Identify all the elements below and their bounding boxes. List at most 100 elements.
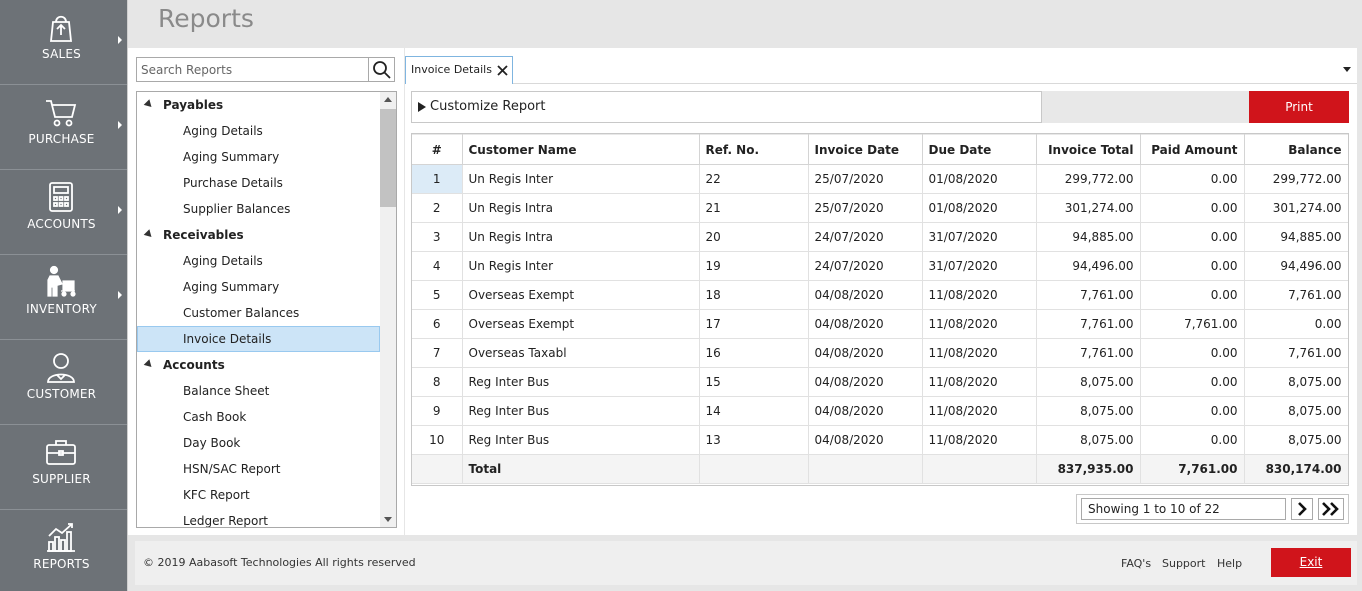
- column-header-customer-name[interactable]: Customer Name: [462, 134, 700, 165]
- search-button[interactable]: [368, 57, 395, 82]
- nav-item-reports[interactable]: REPORTS: [0, 510, 127, 591]
- last-page-button[interactable]: [1318, 498, 1344, 520]
- faq-link[interactable]: FAQ's: [1121, 557, 1151, 570]
- next-page-button[interactable]: [1291, 498, 1313, 520]
- nav-label-supplier: SUPPLIER: [32, 472, 91, 486]
- tree-group[interactable]: Payables: [137, 92, 380, 118]
- tree-item[interactable]: Aging Summary: [137, 274, 380, 300]
- tree-item[interactable]: Customer Balances: [137, 300, 380, 326]
- table-row[interactable]: 9 Reg Inter Bus 14 04/08/2020 11/08/2020 8,07…: [412, 396, 1348, 426]
- column-header-paid-amount[interactable]: Paid Amount: [1140, 134, 1245, 165]
- cell-ref-no: 21: [699, 193, 809, 223]
- support-link[interactable]: Support: [1162, 557, 1205, 570]
- cell-invoice-total: 299,772.00: [1036, 164, 1141, 194]
- tree-item[interactable]: Day Book: [137, 430, 380, 456]
- tree-group[interactable]: Accounts: [137, 352, 380, 378]
- tree-item[interactable]: Cash Book: [137, 404, 380, 430]
- nav-label-purchase: PURCHASE: [28, 132, 95, 146]
- tree-item[interactable]: Invoice Details: [137, 326, 380, 352]
- shopping-bag-icon: [50, 15, 72, 42]
- cell-invoice-total: 7,761.00: [1036, 309, 1141, 339]
- tab-invoice-details[interactable]: Invoice Details: [405, 56, 513, 84]
- cell-balance: 94,496.00: [1244, 251, 1348, 281]
- column-header-invoice-date[interactable]: Invoice Date: [808, 134, 923, 165]
- cell-due-date: 11/08/2020: [922, 396, 1037, 426]
- close-icon[interactable]: [497, 65, 508, 76]
- tree-item[interactable]: Supplier Balances: [137, 196, 380, 222]
- table-row[interactable]: 7 Overseas Taxabl 16 04/08/2020 11/08/2020 7,…: [412, 338, 1348, 368]
- nav-item-supplier[interactable]: SUPPLIER: [0, 425, 127, 510]
- column-header-due-date[interactable]: Due Date: [922, 134, 1037, 165]
- table-row[interactable]: 10 Reg Inter Bus 13 04/08/2020 11/08/2020 8,0…: [412, 425, 1348, 455]
- nav-item-inventory[interactable]: INVENTORY: [0, 255, 127, 340]
- page-title: Reports: [158, 4, 254, 33]
- search-input[interactable]: [136, 57, 369, 82]
- scroll-thumb[interactable]: [380, 109, 396, 207]
- cell-due-date: 31/07/2020: [922, 222, 1037, 252]
- table-row[interactable]: 1 Un Regis Inter 22 25/07/2020 01/08/2020 299…: [412, 164, 1348, 194]
- cell-customer-name: Reg Inter Bus: [462, 396, 700, 426]
- cell-invoice-date: 24/07/2020: [808, 251, 923, 281]
- exit-button[interactable]: Exit: [1271, 548, 1351, 577]
- scroll-up-icon[interactable]: [384, 97, 392, 102]
- column-header-number[interactable]: #: [412, 134, 463, 165]
- tab-label: Invoice Details: [411, 63, 492, 76]
- customize-bar-spacer: [1042, 91, 1249, 123]
- cell-invoice-total: 94,885.00: [1036, 222, 1141, 252]
- cell-customer-name: Un Regis Inter: [462, 251, 700, 281]
- help-link[interactable]: Help: [1217, 557, 1242, 570]
- report-panel: Invoice Details Customize Report Print #…: [405, 48, 1357, 535]
- collapse-triangle-icon[interactable]: [143, 359, 155, 370]
- tree-item[interactable]: Aging Details: [137, 118, 380, 144]
- tree-item[interactable]: Purchase Details: [137, 170, 380, 196]
- tree-item[interactable]: Ledger Report: [137, 508, 380, 527]
- column-header-balance[interactable]: Balance: [1244, 134, 1348, 165]
- tree-item-label: Payables: [163, 98, 224, 112]
- tree-group[interactable]: Receivables: [137, 222, 380, 248]
- customize-report-toggle[interactable]: Customize Report: [411, 91, 1042, 123]
- cell-invoice-total: 8,075.00: [1036, 367, 1141, 397]
- nav-item-accounts[interactable]: ACCOUNTS: [0, 170, 127, 255]
- nav-item-customer[interactable]: CUSTOMER: [0, 340, 127, 425]
- nav-item-purchase[interactable]: PURCHASE: [0, 85, 127, 170]
- cell-due-date: 11/08/2020: [922, 309, 1037, 339]
- customize-report-label: Customize Report: [430, 99, 546, 114]
- tree-item[interactable]: KFC Report: [137, 482, 380, 508]
- cell-invoice-date: 04/08/2020: [808, 280, 923, 310]
- table-row[interactable]: 6 Overseas Exempt 17 04/08/2020 11/08/2020 7,…: [412, 309, 1348, 339]
- tree-item-label: Receivables: [163, 228, 244, 242]
- tree-scrollbar[interactable]: [380, 92, 396, 527]
- scroll-down-icon[interactable]: [384, 517, 392, 522]
- cell-balance: 301,274.00: [1244, 193, 1348, 223]
- cell-balance: 7,761.00: [1244, 280, 1348, 310]
- table-row[interactable]: 4 Un Regis Inter 19 24/07/2020 31/07/2020 94,…: [412, 251, 1348, 281]
- tree-item-label: Day Book: [183, 436, 241, 450]
- table-row[interactable]: 8 Reg Inter Bus 15 04/08/2020 11/08/2020 8,07…: [412, 367, 1348, 397]
- chevron-down-icon[interactable]: [1343, 67, 1351, 72]
- tree-item[interactable]: Aging Summary: [137, 144, 380, 170]
- collapse-triangle-icon[interactable]: [143, 229, 155, 240]
- person-icon: [47, 353, 75, 383]
- cell-paid-amount: 0.00: [1140, 251, 1245, 281]
- column-header-ref-no[interactable]: Ref. No.: [699, 134, 809, 165]
- tree-item[interactable]: Aging Details: [137, 248, 380, 274]
- cell-invoice-date: 04/08/2020: [808, 367, 923, 397]
- print-button[interactable]: Print: [1249, 91, 1349, 123]
- cell-paid-amount: 7,761.00: [1140, 309, 1245, 339]
- collapse-triangle-icon[interactable]: [143, 99, 155, 110]
- bar-chart-icon: [47, 523, 75, 552]
- tree-item[interactable]: HSN/SAC Report: [137, 456, 380, 482]
- table-row[interactable]: 3 Un Regis Intra 20 24/07/2020 31/07/2020 94,…: [412, 222, 1348, 252]
- cell-ref-no: 15: [699, 367, 809, 397]
- cell-customer-name: Overseas Taxabl: [462, 338, 700, 368]
- cell-balance: 299,772.00: [1244, 164, 1348, 194]
- cell-customer-name: Un Regis Intra: [462, 193, 700, 223]
- tree-item[interactable]: Balance Sheet: [137, 378, 380, 404]
- table-row[interactable]: 5 Overseas Exempt 18 04/08/2020 11/08/2020 7,…: [412, 280, 1348, 310]
- nav-item-sales[interactable]: SALES: [0, 0, 127, 85]
- total-label: Total: [462, 454, 700, 484]
- column-header-invoice-total[interactable]: Invoice Total: [1036, 134, 1141, 165]
- table-row[interactable]: 2 Un Regis Intra 21 25/07/2020 01/08/2020 301…: [412, 193, 1348, 223]
- cell-balance: 8,075.00: [1244, 425, 1348, 455]
- calculator-icon: [49, 182, 73, 212]
